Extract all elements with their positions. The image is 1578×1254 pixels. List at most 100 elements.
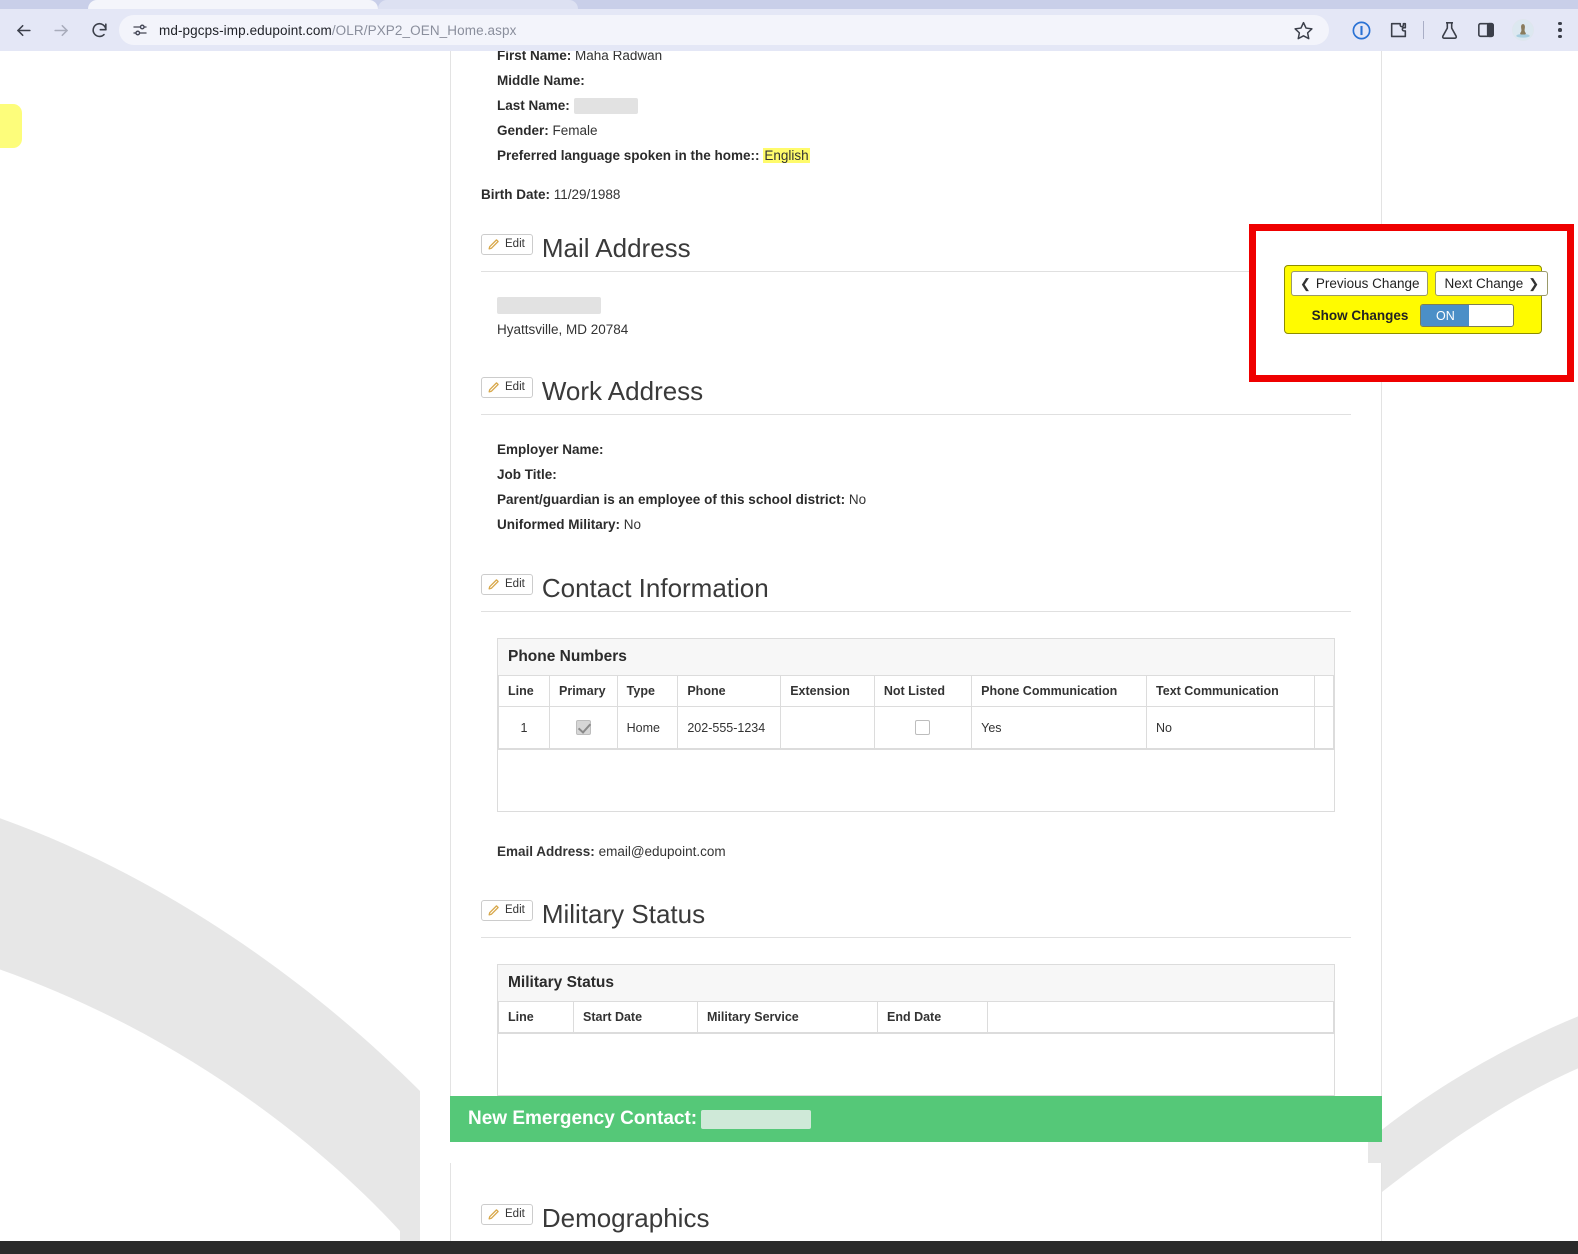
edit-demographics-button[interactable]: Edit <box>481 1204 533 1225</box>
cell-phone-communication: Yes <box>972 707 1147 749</box>
edit-label: Edit <box>505 579 525 591</box>
section-divider <box>481 611 1351 612</box>
birth-date-label: Birth Date: <box>481 187 550 202</box>
mail-address-header: Edit Mail Address <box>481 231 1365 261</box>
emergency-contact-block: New Emergency Contact: <box>450 1096 1382 1142</box>
mail-city-state-zip: Hyattsville, MD 20784 <box>497 317 1365 342</box>
work-address-fields: Employer Name: Job Title: Parent/guardia… <box>497 437 1365 537</box>
next-change-label: Next Change <box>1444 276 1523 291</box>
url-path: /OLR/PXP2_OEN_Home.aspx <box>332 23 517 38</box>
col-type: Type <box>617 676 678 707</box>
col-extension: Extension <box>781 676 875 707</box>
military-status-title: Military Status <box>542 901 705 927</box>
employer-name-label: Employer Name: <box>497 442 604 457</box>
military-grid-empty-body <box>498 1033 1334 1095</box>
col-line: Line <box>499 1002 574 1033</box>
first-name-value: Maha Radwan <box>575 51 662 63</box>
labs-flask-icon[interactable] <box>1435 16 1463 44</box>
url-host: md-pgcps-imp.edupoint.com <box>159 23 332 38</box>
site-settings-icon[interactable] <box>131 21 149 39</box>
col-text-communication: Text Communication <box>1147 676 1315 707</box>
toolbar-separator <box>1423 21 1424 39</box>
pencil-icon <box>487 904 500 917</box>
cell-actions[interactable] <box>1315 707 1334 749</box>
uniformed-military-label: Uniformed Military: <box>497 517 620 532</box>
middle-name-label: Middle Name: <box>497 73 585 88</box>
show-changes-row: Show Changes ON <box>1291 304 1535 327</box>
pencil-icon <box>487 238 500 251</box>
extensions-puzzle-icon[interactable] <box>1384 16 1412 44</box>
chevron-left-icon: ❮ <box>1300 277 1311 290</box>
table-header-row: Line Primary Type Phone Extension Not Li… <box>499 676 1334 707</box>
show-changes-toggle[interactable]: ON <box>1420 304 1514 327</box>
table-row[interactable]: 1 Home 202-555-1234 Yes No <box>499 707 1334 749</box>
col-end-date: End Date <box>878 1002 988 1033</box>
cell-line: 1 <box>499 707 550 749</box>
cell-extension <box>781 707 875 749</box>
first-name-label: First Name: <box>497 51 571 63</box>
edit-military-status-button[interactable]: Edit <box>481 900 533 921</box>
email-address-label: Email Address: <box>497 844 595 859</box>
1password-icon[interactable] <box>1347 16 1375 44</box>
content-column: First Name: Maha Radwan Middle Name: Las… <box>450 51 1382 1130</box>
col-not-listed: Not Listed <box>874 676 971 707</box>
student-name-block: First Name: Maha Radwan Middle Name: Las… <box>497 51 1365 168</box>
gender-value: Female <box>553 123 598 138</box>
mail-street-line <box>497 292 1365 317</box>
phone-numbers-caption: Phone Numbers <box>498 639 1334 676</box>
edit-label: Edit <box>505 905 525 917</box>
col-phone: Phone <box>678 676 781 707</box>
chevron-right-icon: ❯ <box>1528 277 1539 290</box>
email-address-value: email@edupoint.com <box>599 844 726 859</box>
employer-name-row: Employer Name: <box>497 437 1365 462</box>
demographics-block: Edit Demographics <box>450 1163 1382 1241</box>
section-divider <box>481 414 1351 415</box>
last-name-row: Last Name: <box>497 93 1365 118</box>
table-header-row: Line Start Date Military Service End Dat… <box>499 1002 1334 1033</box>
edit-mail-address-button[interactable]: Edit <box>481 234 533 255</box>
bookmark-star-icon[interactable] <box>1293 20 1315 42</box>
emergency-contact-name-redacted <box>701 1110 811 1129</box>
email-address-row: Email Address: email@edupoint.com <box>497 844 1365 859</box>
address-bar[interactable]: md-pgcps-imp.edupoint.com/OLR/PXP2_OEN_H… <box>119 15 1329 45</box>
phone-grid-footer-space <box>498 749 1334 811</box>
side-panel-icon[interactable] <box>1472 16 1500 44</box>
contact-information-title: Contact Information <box>542 575 769 601</box>
cell-text-communication: No <box>1147 707 1315 749</box>
phone-numbers-table: Line Primary Type Phone Extension Not Li… <box>498 676 1334 749</box>
back-arrow-icon[interactable] <box>8 15 38 45</box>
edit-label: Edit <box>505 382 525 394</box>
three-dot-menu-icon[interactable] <box>1546 16 1574 44</box>
reload-icon[interactable] <box>84 15 114 45</box>
pencil-icon <box>487 578 500 591</box>
previous-change-label: Previous Change <box>1316 276 1420 291</box>
gender-row: Gender: Female <box>497 118 1365 143</box>
forward-arrow-icon[interactable] <box>46 15 76 45</box>
previous-change-button[interactable]: ❮ Previous Change <box>1291 271 1428 296</box>
col-start-date: Start Date <box>574 1002 698 1033</box>
yellow-side-tab[interactable] <box>0 104 22 148</box>
work-address-title: Work Address <box>542 378 703 404</box>
edit-work-address-button[interactable]: Edit <box>481 377 533 398</box>
col-phone-communication: Phone Communication <box>972 676 1147 707</box>
district-employee-label: Parent/guardian is an employee of this s… <box>497 492 845 507</box>
not-listed-checkbox[interactable] <box>915 720 930 735</box>
first-name-row: First Name: Maha Radwan <box>497 51 1365 68</box>
next-change-button[interactable]: Next Change ❯ <box>1435 271 1548 296</box>
birth-date-row: Birth Date: 11/29/1988 <box>481 182 1365 207</box>
cell-primary[interactable] <box>550 707 618 749</box>
edit-contact-information-button[interactable]: Edit <box>481 574 533 595</box>
browser-tab-active[interactable] <box>88 0 378 9</box>
change-navigator-buttons-row: ❮ Previous Change Next Change ❯ <box>1291 271 1535 296</box>
language-value: English <box>763 148 809 163</box>
tab-strip <box>0 0 1578 9</box>
browser-tab-other[interactable] <box>378 0 578 9</box>
primary-checkbox[interactable] <box>576 720 591 735</box>
birth-date-value: 11/29/1988 <box>554 187 621 202</box>
col-actions <box>988 1002 1334 1033</box>
military-status-caption: Military Status <box>498 965 1334 1002</box>
profile-avatar-icon[interactable] <box>1509 16 1537 44</box>
last-name-label: Last Name: <box>497 98 570 113</box>
cell-not-listed[interactable] <box>874 707 971 749</box>
url-text: md-pgcps-imp.edupoint.com/OLR/PXP2_OEN_H… <box>159 23 516 38</box>
